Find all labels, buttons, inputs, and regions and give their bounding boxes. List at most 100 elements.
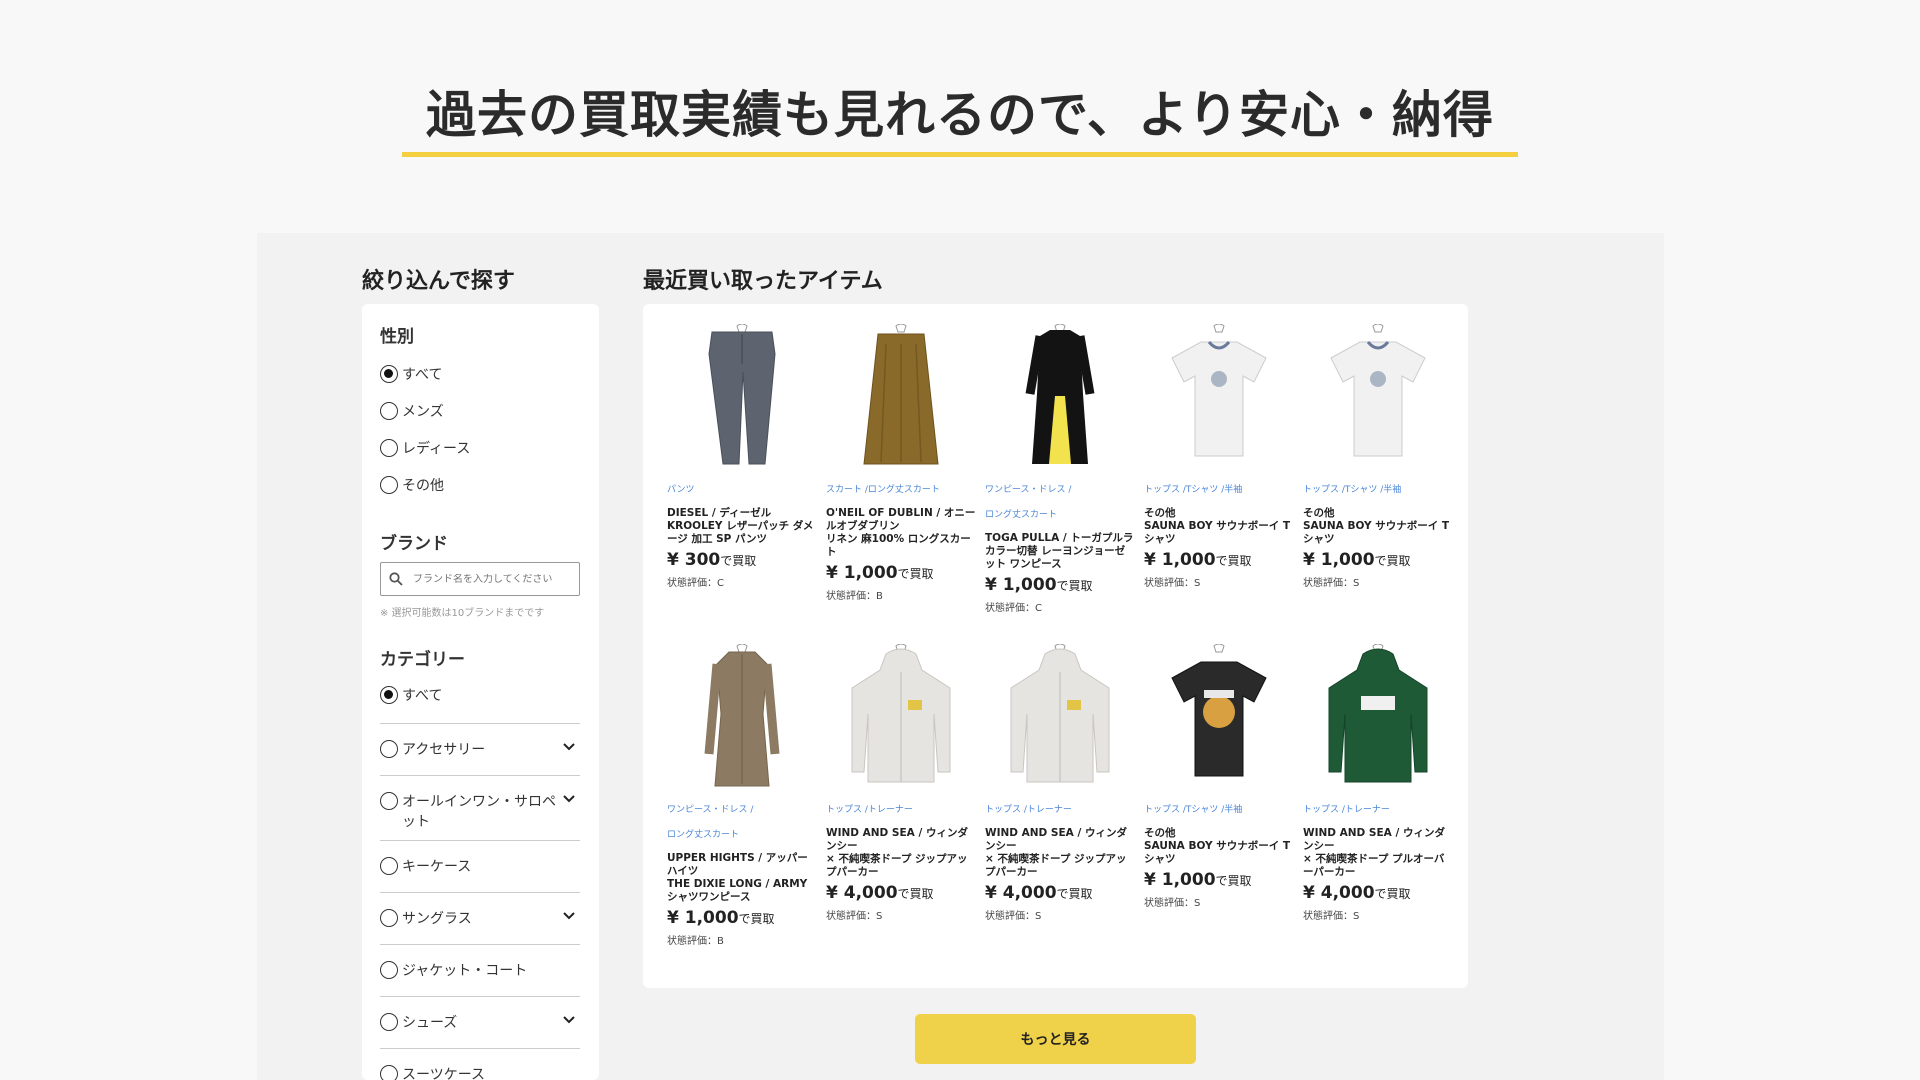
- gender-option[interactable]: レディース: [380, 429, 581, 466]
- item-card[interactable]: トップス /トレーナー WIND AND SEA / ウィンダンシー × 不純喫茶…: [1303, 644, 1453, 922]
- item-condition: 状態評価：S: [826, 911, 883, 922]
- item-card[interactable]: トップス /トレーナー WIND AND SEA / ウィンダンシー × 不純喫茶…: [985, 644, 1135, 922]
- item-image[interactable]: [667, 324, 817, 474]
- gender-option[interactable]: すべて: [380, 355, 581, 392]
- item-condition: 状態評価：S: [1303, 911, 1360, 922]
- category-option[interactable]: オールインワン・サロペット: [380, 776, 580, 841]
- item-card[interactable]: ワンピース・ドレス / ロング丈スカート UPPER HIGHTS / アッパーハ…: [667, 644, 817, 947]
- search-icon: [389, 572, 403, 586]
- item-price-value: ¥ 4,000: [985, 883, 1057, 903]
- item-category-link[interactable]: トップス /トレーナー: [985, 798, 1135, 823]
- item-price: ¥ 1,000で買取: [1144, 870, 1294, 890]
- item-category-link[interactable]: トップス /トレーナー: [826, 798, 976, 823]
- category-option[interactable]: アクセサリー: [380, 724, 580, 776]
- item-image[interactable]: [826, 644, 976, 794]
- item-condition: 状態評価：C: [985, 603, 1042, 614]
- item-name: その他 SAUNA BOY サウナボーイ Tシャツ: [1144, 507, 1291, 545]
- item-category-link[interactable]: パンツ: [667, 478, 817, 503]
- item-card[interactable]: トップス /Tシャツ /半袖その他 SAUNA BOY サウナボーイ Tシャツ ¥…: [1144, 324, 1294, 589]
- item-category-link[interactable]: トップス /トレーナー: [1303, 798, 1453, 823]
- item-name: その他 SAUNA BOY サウナボーイ Tシャツ: [1303, 507, 1450, 545]
- item-condition: 状態評価：S: [1303, 578, 1360, 589]
- item-name: WIND AND SEA / ウィンダンシー × 不純喫茶ドープ プルオーバーパ…: [1303, 827, 1445, 878]
- item-category-link[interactable]: ワンピース・ドレス / ロング丈スカート: [667, 798, 817, 848]
- page-headline: 過去の買取実績も見れるので、より安心・納得: [402, 80, 1518, 157]
- chevron-down-icon[interactable]: [562, 909, 576, 923]
- item-card[interactable]: パンツ DIESEL / ディーゼル KROOLEY レザーパッチ ダメージ 加工…: [667, 324, 817, 589]
- category-option[interactable]: シューズ: [380, 997, 580, 1049]
- item-price: ¥ 4,000で買取: [826, 883, 976, 903]
- radio-button[interactable]: [380, 475, 398, 494]
- item-card[interactable]: スカート /ロング丈スカート O'NEIL OF DUBLIN / オニールオブダ…: [826, 324, 976, 602]
- gender-option-label: メンズ: [402, 403, 444, 420]
- radio-button[interactable]: [380, 740, 398, 758]
- radio-button[interactable]: [380, 961, 398, 979]
- item-category-link[interactable]: トップス /Tシャツ /半袖: [1303, 478, 1453, 503]
- recent-items-title: 最近買い取ったアイテム: [643, 269, 883, 294]
- item-price: ¥ 300で買取: [667, 550, 817, 570]
- radio-button[interactable]: [380, 857, 398, 875]
- category-option[interactable]: サングラス: [380, 893, 580, 945]
- item-name: UPPER HIGHTS / アッパーハイツ THE DIXIE LONG / …: [667, 852, 808, 903]
- item-price: ¥ 1,000で買取: [1144, 550, 1294, 570]
- item-price-value: ¥ 1,000: [985, 575, 1057, 595]
- category-option[interactable]: ジャケット・コート: [380, 945, 580, 997]
- item-price-value: ¥ 1,000: [1303, 550, 1375, 570]
- category-option[interactable]: キーケース: [380, 841, 580, 893]
- gender-options: すべてメンズレディースその他: [380, 355, 581, 503]
- item-card[interactable]: トップス /Tシャツ /半袖その他 SAUNA BOY サウナボーイ Tシャツ ¥…: [1144, 644, 1294, 909]
- radio-button[interactable]: [380, 1013, 398, 1031]
- radio-button[interactable]: [380, 792, 398, 810]
- item-price-suffix: で買取: [1374, 554, 1411, 568]
- category-options: すべてアクセサリーオールインワン・サロペットキーケースサングラスジャケット・コー…: [380, 682, 581, 1080]
- category-option[interactable]: スーツケース: [380, 1049, 580, 1080]
- item-condition: 状態評価：S: [1144, 578, 1201, 589]
- radio-button[interactable]: [380, 364, 398, 383]
- item-name: DIESEL / ディーゼル KROOLEY レザーパッチ ダメージ 加工 SP…: [667, 507, 814, 545]
- item-card[interactable]: トップス /Tシャツ /半袖その他 SAUNA BOY サウナボーイ Tシャツ ¥…: [1303, 324, 1453, 589]
- gender-option-label: その他: [402, 477, 444, 494]
- radio-button[interactable]: [380, 909, 398, 927]
- radio-button[interactable]: [380, 686, 398, 704]
- more-button[interactable]: もっと見る: [915, 1014, 1196, 1064]
- chevron-down-icon[interactable]: [562, 792, 576, 806]
- item-card[interactable]: ワンピース・ドレス / ロング丈スカート TOGA PULLA / トーガプルラ …: [985, 324, 1135, 614]
- chevron-down-icon[interactable]: [562, 1013, 576, 1027]
- item-price-value: ¥ 1,000: [826, 563, 898, 583]
- chevron-down-icon[interactable]: [562, 740, 576, 754]
- item-card[interactable]: トップス /トレーナー WIND AND SEA / ウィンダンシー × 不純喫茶…: [826, 644, 976, 922]
- item-image[interactable]: [1303, 644, 1453, 794]
- item-price-suffix: で買取: [1056, 887, 1093, 901]
- brand-heading: ブランド: [380, 534, 448, 554]
- item-category-link[interactable]: スカート /ロング丈スカート: [826, 478, 976, 503]
- item-image[interactable]: [1303, 324, 1453, 474]
- category-option-label: すべて: [402, 688, 443, 704]
- radio-button[interactable]: [380, 1065, 398, 1080]
- gender-option[interactable]: その他: [380, 466, 581, 503]
- category-option-label: キーケース: [402, 859, 472, 875]
- brand-search-input[interactable]: [413, 573, 563, 585]
- item-image[interactable]: [1144, 644, 1294, 794]
- category-option-label: サングラス: [402, 911, 472, 927]
- category-option-label: オールインワン・サロペット: [402, 794, 556, 830]
- radio-button[interactable]: [380, 401, 398, 420]
- item-category-link[interactable]: トップス /Tシャツ /半袖: [1144, 478, 1294, 503]
- item-image[interactable]: [985, 644, 1135, 794]
- item-condition: 状態評価：C: [667, 578, 724, 589]
- item-condition: 状態評価：B: [667, 936, 724, 947]
- category-option-label: ジャケット・コート: [402, 963, 528, 979]
- gender-option[interactable]: メンズ: [380, 392, 581, 429]
- item-image[interactable]: [1144, 324, 1294, 474]
- item-condition: 状態評価：S: [1144, 898, 1201, 909]
- category-option[interactable]: すべて: [380, 682, 580, 724]
- item-image[interactable]: [667, 644, 817, 794]
- radio-button[interactable]: [380, 438, 398, 457]
- item-name: その他 SAUNA BOY サウナボーイ Tシャツ: [1144, 827, 1291, 865]
- item-price-value: ¥ 4,000: [826, 883, 898, 903]
- item-category-link[interactable]: トップス /Tシャツ /半袖: [1144, 798, 1294, 823]
- item-category-link[interactable]: ワンピース・ドレス / ロング丈スカート: [985, 478, 1135, 528]
- item-image[interactable]: [826, 324, 976, 474]
- brand-search-box[interactable]: [380, 562, 580, 596]
- item-image[interactable]: [985, 324, 1135, 474]
- item-price: ¥ 1,000で買取: [667, 908, 817, 928]
